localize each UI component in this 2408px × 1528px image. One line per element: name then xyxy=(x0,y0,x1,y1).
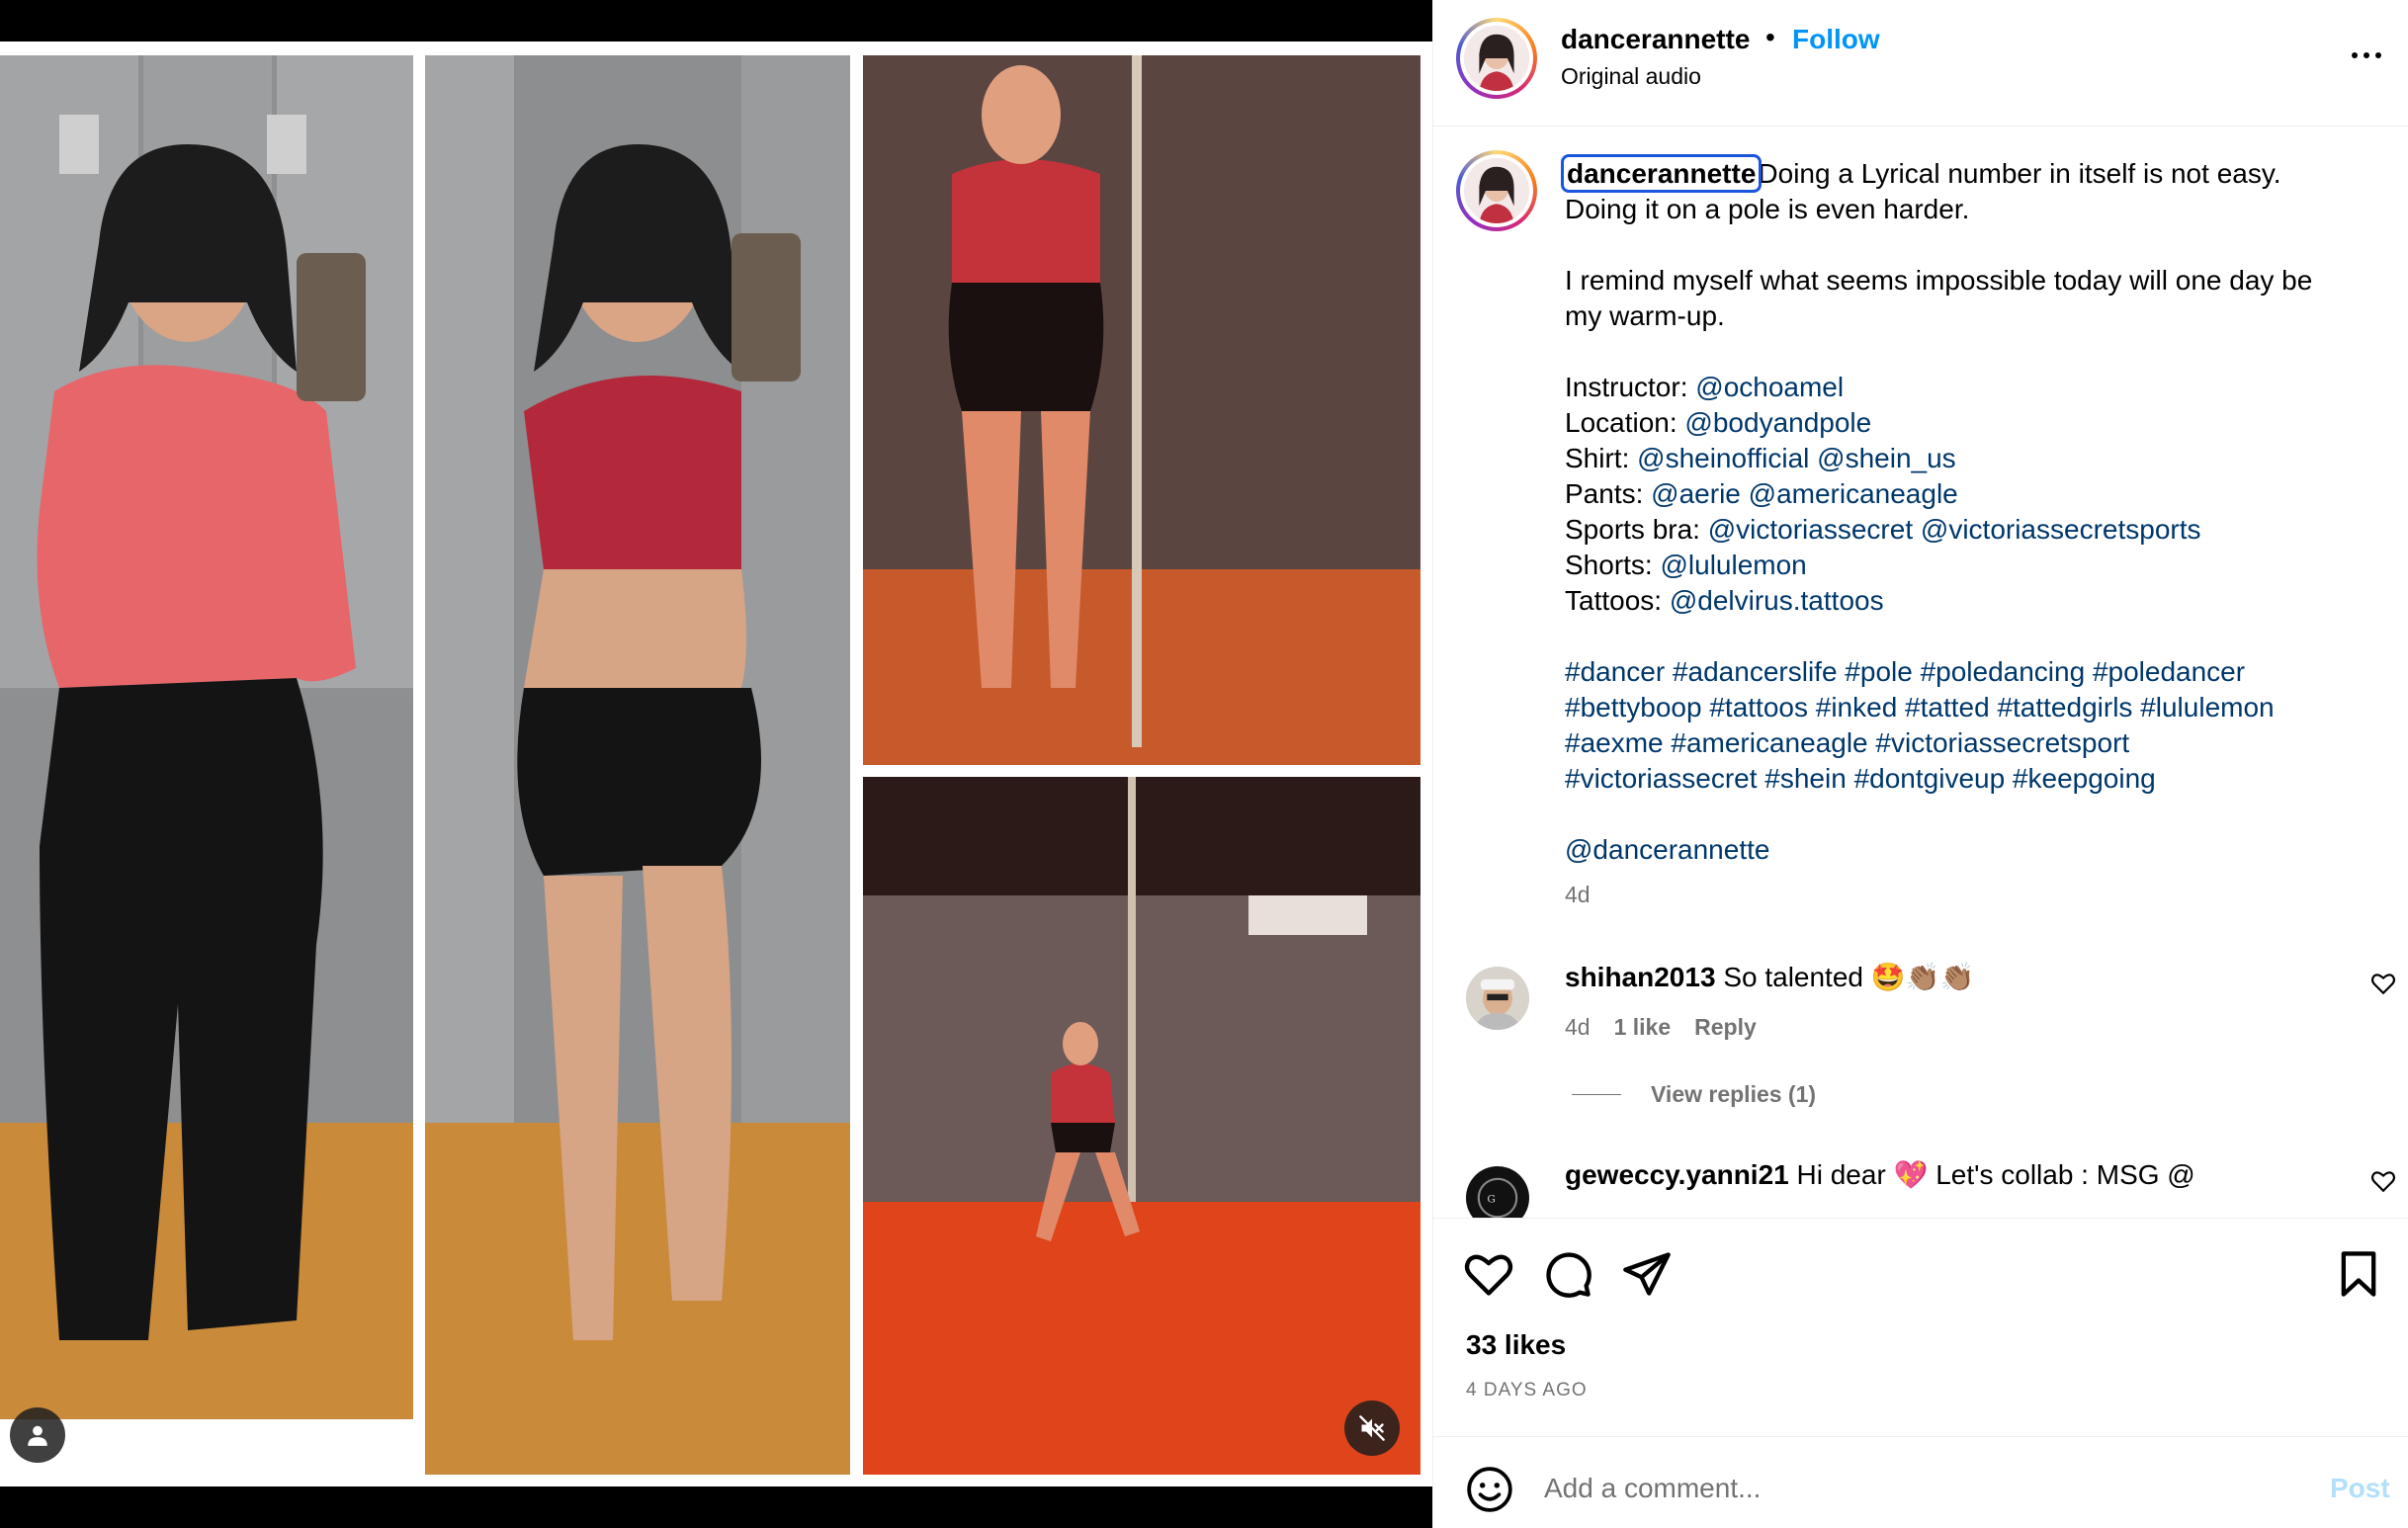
comment-username[interactable]: shihan2013 xyxy=(1565,962,1716,992)
heart-icon[interactable] xyxy=(2370,1168,2396,1194)
emoji-icon[interactable] xyxy=(1465,1465,1514,1514)
mention-link[interactable]: @victoriassecret xyxy=(1708,514,1913,545)
comment-avatar[interactable]: G xyxy=(1466,1166,1529,1218)
author-username[interactable]: dancerannette xyxy=(1561,24,1750,55)
mention-link[interactable]: @americaneagle xyxy=(1749,478,1958,509)
comment-avatar[interactable] xyxy=(1466,967,1529,1030)
credit-line: Instructor: @ochoamel xyxy=(1565,370,2356,405)
mention-link[interactable]: @bodyandpole xyxy=(1684,407,1871,438)
post-caption: dancerannetteDoing a Lyrical number in i… xyxy=(1560,154,2356,868)
mention-link[interactable]: @sheinofficial xyxy=(1637,443,1809,473)
comment-text: So talented 🤩👏🏽👏🏽 xyxy=(1723,962,1975,992)
mention-link[interactable]: @delvirus.tattoos xyxy=(1670,585,1884,616)
view-replies-label: View replies (1) xyxy=(1651,1081,1817,1107)
likes-count[interactable]: 33 likes xyxy=(1466,1329,1566,1361)
more-horizontal-icon xyxy=(2352,52,2381,58)
mention-link[interactable]: @aerie xyxy=(1651,478,1741,509)
credit-line: Sports bra: @victoriassecret @victoriass… xyxy=(1565,512,2356,548)
post-date[interactable]: 4 DAYS AGO xyxy=(1466,1380,1588,1401)
post-sidebar: dancerannette • Follow Original audio da… xyxy=(1432,0,2408,1528)
credit-label: Tattoos: xyxy=(1565,585,1663,616)
caption-credits: Instructor: @ochoamel Location: @bodyandp… xyxy=(1565,370,2356,619)
share-icon[interactable] xyxy=(1621,1248,1673,1300)
mute-toggle-button[interactable] xyxy=(1344,1401,1400,1456)
hashtag-line[interactable]: #dancer #adancerslife #pole #poledancing… xyxy=(1565,654,2356,690)
credit-line: Location: @bodyandpole xyxy=(1565,405,2356,441)
comment-reply-button[interactable]: Reply xyxy=(1694,1014,1757,1041)
mention-link[interactable]: @shein_us xyxy=(1817,443,1956,473)
credit-line: Pants: @aerie @americaneagle xyxy=(1565,476,2356,512)
author-avatar[interactable] xyxy=(1456,18,1537,99)
comment-username[interactable]: geweccy.yanni21 xyxy=(1565,1159,1789,1190)
user-icon xyxy=(28,1425,47,1446)
collage-photo-locker-pink-top xyxy=(0,55,413,1419)
hashtag-line[interactable]: #bettyboop #tattoos #inked #tatted #tatt… xyxy=(1565,690,2356,725)
credit-line: Tattoos: @delvirus.tattoos xyxy=(1565,583,2356,619)
caption-username[interactable]: dancerannette xyxy=(1560,154,1763,193)
mention-link[interactable]: @lululemon xyxy=(1660,550,1806,580)
caption-self-mention[interactable]: @dancerannette xyxy=(1565,834,1769,865)
mention-link[interactable]: @ochoamel xyxy=(1695,372,1844,402)
collage-photo-pole-dance xyxy=(863,777,1420,1475)
svg-text:G: G xyxy=(1487,1192,1496,1205)
more-options-button[interactable] xyxy=(2347,36,2386,75)
comment-text: Hi dear 💖 Let's collab : MSG @ xyxy=(1796,1159,2195,1190)
credit-label: Location: xyxy=(1565,407,1677,438)
heart-icon[interactable] xyxy=(2370,971,2396,996)
caption-timestamp[interactable]: 4d xyxy=(1565,882,1591,908)
credit-label: Shirt: xyxy=(1565,443,1630,473)
bookmark-icon[interactable] xyxy=(2333,1248,2384,1300)
post-actions: 33 likes 4 DAYS AGO xyxy=(1433,1218,2408,1435)
comment-input[interactable] xyxy=(1544,1461,2276,1516)
credit-line: Shorts: @lululemon xyxy=(1565,548,2356,583)
speaker-muted-icon xyxy=(1359,1415,1385,1441)
credit-label: Shorts: xyxy=(1565,550,1653,580)
collage-photo-locker-sports-bra xyxy=(425,55,850,1475)
comment-icon[interactable] xyxy=(1542,1248,1593,1300)
comments-section[interactable]: dancerannetteDoing a Lyrical number in i… xyxy=(1433,127,2408,1218)
mention-link[interactable]: @victoriassecretsports xyxy=(1921,514,2201,545)
photo-collage xyxy=(0,42,1432,1486)
caption-author-avatar[interactable] xyxy=(1456,150,1537,231)
add-comment-bar: Post xyxy=(1433,1436,2408,1528)
credit-label: Sports bra: xyxy=(1565,514,1700,545)
tagged-users-button[interactable] xyxy=(10,1407,65,1463)
collage-photo-pole-selfie xyxy=(863,55,1420,765)
credit-label: Pants: xyxy=(1565,478,1644,509)
follow-button[interactable]: Follow xyxy=(1792,24,1880,55)
post-comment-button[interactable]: Post xyxy=(2330,1473,2390,1504)
heart-icon[interactable] xyxy=(1463,1248,1514,1300)
comment-like-count[interactable]: 1 like xyxy=(1614,1014,1672,1041)
caption-hashtags: #dancer #adancerslife #pole #poledancing… xyxy=(1565,654,2356,797)
audio-label[interactable]: Original audio xyxy=(1561,63,1701,90)
header-separator-dot: • xyxy=(1765,22,1775,52)
view-replies-button[interactable]: View replies (1) xyxy=(1572,1081,1816,1108)
credit-label: Instructor: xyxy=(1565,372,1688,402)
hashtag-line[interactable]: #aexme #americaneagle #victoriassecretsp… xyxy=(1565,725,2356,761)
hashtag-line[interactable]: #victoriassecret #shein #dontgiveup #kee… xyxy=(1565,761,2356,797)
comment-time[interactable]: 4d xyxy=(1565,1014,1591,1041)
caption-reflection: I remind myself what seems impossible to… xyxy=(1565,265,2313,331)
post-media[interactable] xyxy=(0,0,1432,1528)
post-header: dancerannette • Follow Original audio xyxy=(1433,0,2408,127)
credit-line: Shirt: @sheinofficial @shein_us xyxy=(1565,441,2356,476)
